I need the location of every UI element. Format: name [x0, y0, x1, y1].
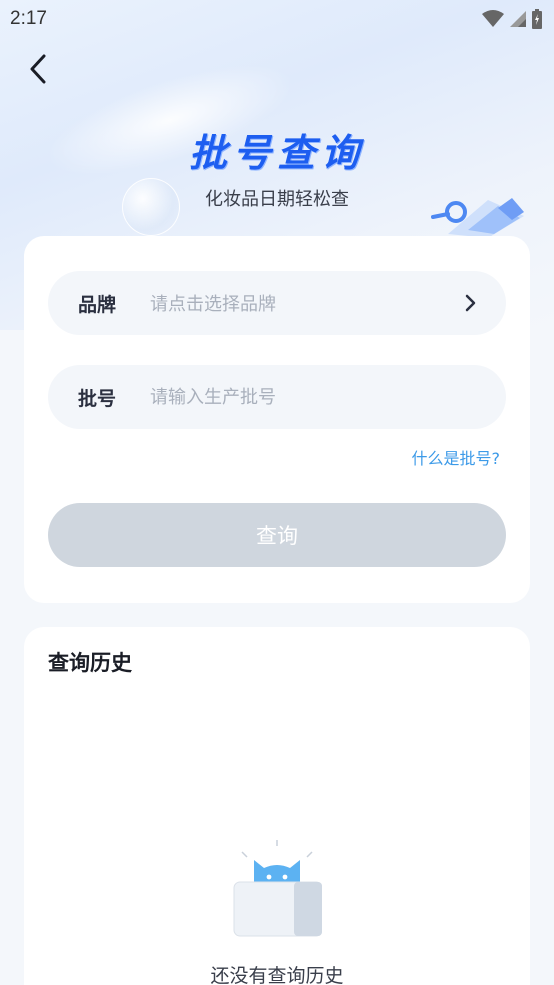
brand-placeholder: 请点击选择品牌	[150, 294, 276, 315]
empty-history-text: 还没有查询历史	[210, 965, 344, 985]
magnifier-decoration-icon	[431, 198, 524, 238]
battery-icon	[532, 9, 542, 29]
brand-selector[interactable]: 品牌 请点击选择品牌	[48, 271, 506, 335]
history-title: 查询历史	[48, 651, 132, 675]
back-button[interactable]	[22, 52, 54, 86]
status-icons	[482, 9, 542, 29]
query-form-card: 品牌 请点击选择品牌 批号 什么是批号? 查询	[24, 236, 530, 603]
status-bar: 2:17	[0, 0, 554, 38]
batch-label: 批号	[78, 387, 117, 410]
what-is-batch-link[interactable]: 什么是批号?	[412, 445, 501, 469]
history-card: 查询历史 还没有查询历史	[24, 627, 530, 985]
query-button[interactable]: 查询	[48, 503, 506, 567]
back-arrow-icon	[30, 54, 46, 84]
batch-number-field: 批号	[48, 365, 506, 429]
brand-label: 品牌	[78, 293, 117, 316]
signal-icon	[510, 11, 526, 27]
batch-number-input[interactable]	[150, 386, 478, 408]
chevron-right-icon	[464, 293, 478, 313]
status-time: 2:17	[10, 8, 47, 29]
empty-cat-box-icon	[233, 840, 322, 937]
page-title: 批号查询	[188, 131, 365, 175]
wifi-icon	[482, 10, 504, 27]
